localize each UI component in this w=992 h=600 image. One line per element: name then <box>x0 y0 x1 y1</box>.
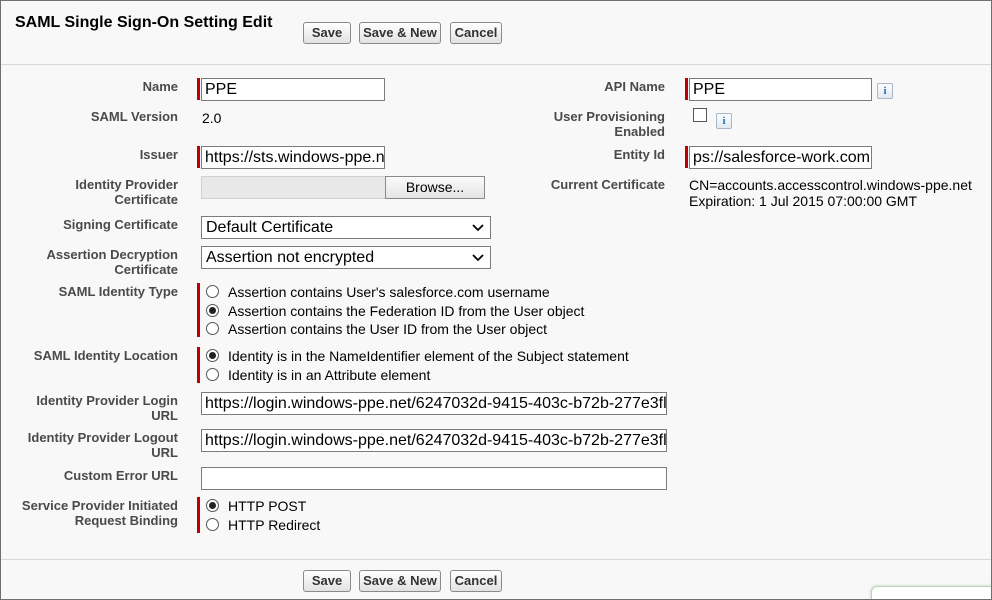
required-indicator <box>197 78 200 100</box>
idp-login-url-label: Identity Provider Login URL <box>36 393 178 423</box>
cancel-button[interactable]: Cancel <box>450 570 502 592</box>
required-indicator <box>197 347 200 383</box>
floating-panel-edge <box>871 586 991 599</box>
identity-location-attribute-radio[interactable] <box>206 368 219 381</box>
api-name-input[interactable]: PPE <box>689 78 872 101</box>
identity-type-userid-label: Assertion contains the User ID from the … <box>228 321 548 337</box>
save-button[interactable]: Save <box>303 570 351 592</box>
identity-type-username-label: Assertion contains User's salesforce.com… <box>228 284 550 300</box>
cancel-button[interactable]: Cancel <box>450 22 502 44</box>
binding-http-post-label: HTTP POST <box>228 498 307 514</box>
sp-request-binding-label: Service Provider Initiated Request Bindi… <box>21 498 178 528</box>
signing-certificate-select[interactable]: Default Certificate <box>201 216 491 239</box>
identity-type-federation-radio[interactable] <box>206 304 219 317</box>
binding-http-post-radio[interactable] <box>206 499 219 512</box>
identity-type-username-radio[interactable] <box>206 285 219 298</box>
entity-id-input[interactable]: ps://salesforce-work.com <box>689 146 872 169</box>
binding-http-redirect-radio[interactable] <box>206 518 219 531</box>
user-provisioning-checkbox[interactable] <box>693 108 707 122</box>
entity-id-label: Entity Id <box>613 147 665 162</box>
save-and-new-button[interactable]: Save & New <box>359 22 441 44</box>
saml-version-label: SAML Version <box>90 109 178 124</box>
identity-type-federation-label: Assertion contains the Federation ID fro… <box>228 303 585 319</box>
current-certificate-expiration: Expiration: 1 Jul 2015 07:00:00 GMT <box>689 193 918 209</box>
page-title: SAML Single Sign-On Setting Edit <box>15 14 273 31</box>
saml-sso-edit-page: SAML Single Sign-On Setting Edit Save Sa… <box>0 0 992 600</box>
idp-login-url-input[interactable]: https://login.windows-ppe.net/6247032d-9… <box>201 392 667 415</box>
info-icon[interactable]: i <box>716 113 732 129</box>
save-button[interactable]: Save <box>303 22 351 44</box>
chevron-down-icon <box>472 224 484 232</box>
custom-error-url-input[interactable] <box>201 467 667 490</box>
file-path-field[interactable] <box>201 176 386 199</box>
issuer-input[interactable]: https://sts.windows-ppe.n <box>201 146 385 169</box>
name-label: Name <box>142 79 178 94</box>
required-indicator <box>685 78 688 100</box>
assertion-decryption-select[interactable]: Assertion not encrypted <box>201 246 491 269</box>
required-indicator <box>197 283 200 337</box>
required-indicator <box>197 146 200 168</box>
assertion-decryption-label: Assertion Decryption Certificate <box>46 247 178 277</box>
page-footer: Save Save & New Cancel <box>1 559 991 599</box>
assertion-decryption-selected: Assertion not encrypted <box>206 249 375 266</box>
identity-location-attribute-label: Identity is in an Attribute element <box>228 367 431 383</box>
idp-logout-url-label: Identity Provider Logout URL <box>27 430 178 460</box>
custom-error-url-label: Custom Error URL <box>63 468 178 483</box>
signing-certificate-label: Signing Certificate <box>63 217 178 232</box>
saml-identity-type-label: SAML Identity Type <box>58 284 178 299</box>
required-indicator <box>685 146 688 168</box>
save-and-new-button[interactable]: Save & New <box>359 570 441 592</box>
issuer-label: Issuer <box>139 147 178 162</box>
idp-logout-url-input[interactable]: https://login.windows-ppe.net/6247032d-9… <box>201 429 667 452</box>
name-input[interactable]: PPE <box>201 78 385 101</box>
identity-location-nameidentifier-radio[interactable] <box>206 349 219 362</box>
identity-location-nameidentifier-label: Identity is in the NameIdentifier elemen… <box>228 348 629 364</box>
signing-certificate-selected: Default Certificate <box>206 219 334 236</box>
current-certificate-label: Current Certificate <box>550 177 665 192</box>
api-name-label: API Name <box>604 79 665 94</box>
page-header: SAML Single Sign-On Setting Edit Save Sa… <box>1 1 991 65</box>
browse-button[interactable]: Browse... <box>385 176 485 199</box>
info-icon[interactable]: i <box>877 83 893 99</box>
user-provisioning-label: User Provisioning Enabled <box>553 109 665 139</box>
saml-version-value: 2.0 <box>202 110 222 126</box>
binding-http-redirect-label: HTTP Redirect <box>228 517 321 533</box>
idp-certificate-label: Identity Provider Certificate <box>75 177 178 207</box>
chevron-down-icon <box>472 254 484 262</box>
identity-type-userid-radio[interactable] <box>206 322 219 335</box>
saml-identity-location-label: SAML Identity Location <box>33 348 178 363</box>
required-indicator <box>197 497 200 533</box>
current-certificate-cn: CN=accounts.accesscontrol.windows-ppe.ne… <box>689 177 972 193</box>
